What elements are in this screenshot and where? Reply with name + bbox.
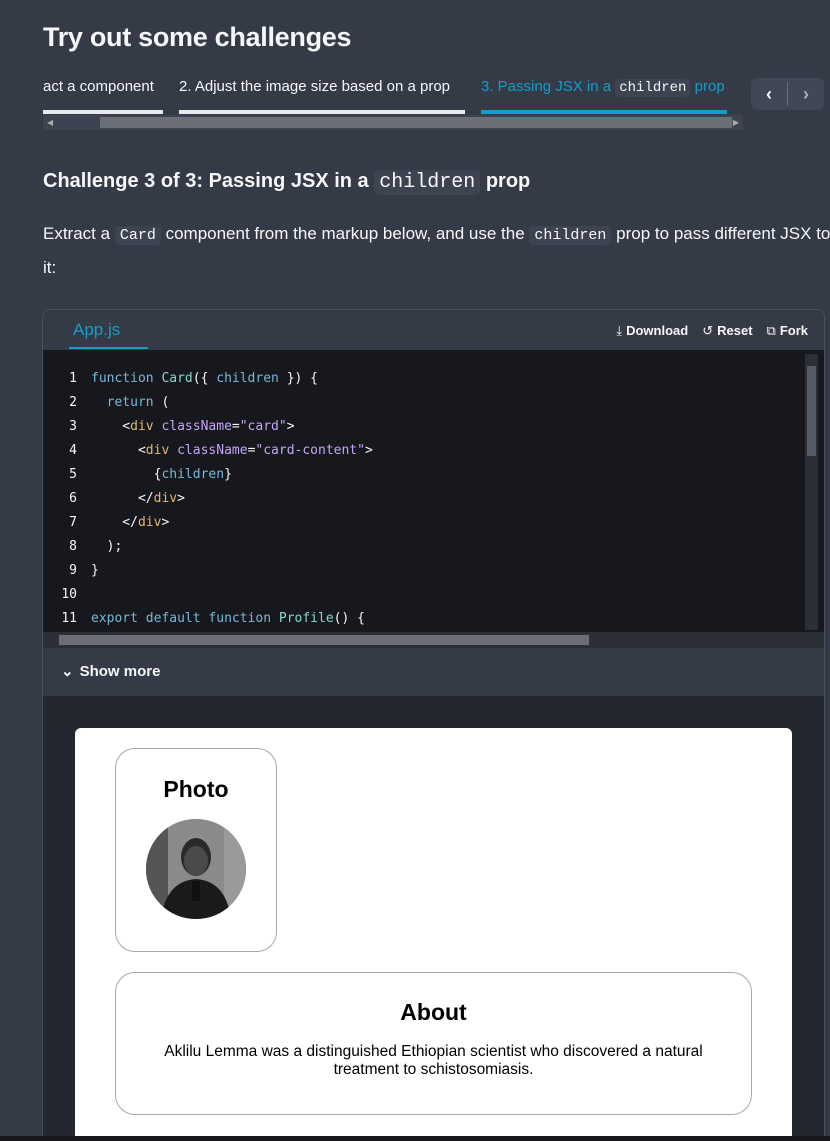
scrollbar-thumb[interactable] (100, 117, 732, 128)
challenge-nav: ‹ › (751, 78, 824, 110)
fork-button[interactable]: ⧉ Fork (767, 323, 808, 339)
left-rail (0, 0, 11, 1141)
code-text: </div> (91, 491, 185, 506)
line-number: 10 (61, 587, 77, 602)
bottom-edge (0, 1136, 830, 1141)
preview-frame: Photo About Aklilu Lemma was a distingui… (75, 728, 792, 1140)
next-challenge-button[interactable]: › (788, 78, 824, 110)
editor-vertical-scrollbar[interactable] (805, 354, 818, 630)
file-tab-app-js[interactable]: App.js (69, 320, 149, 349)
sandbox-header: App.js ⤓ Download ↺ Reset ⧉ Fork (43, 310, 824, 350)
line-number: 2 (69, 395, 77, 410)
tab-label: 3. Passing JSX in a (481, 78, 612, 95)
prev-challenge-button[interactable]: ‹ (751, 78, 787, 110)
challenge-description: Extract a Card component from the markup… (43, 224, 830, 277)
line-number: 8 (69, 539, 77, 554)
line-number: 1 (69, 371, 77, 386)
about-card-text: Aklilu Lemma was a distinguished Ethiopi… (164, 1043, 703, 1078)
line-number: 7 (69, 515, 77, 530)
tab-challenge-2[interactable]: 2. Adjust the image size based on a prop (179, 78, 465, 114)
preview-area: Photo About Aklilu Lemma was a distingui… (43, 696, 824, 1140)
show-more-button[interactable]: ⌄ Show more (43, 648, 824, 696)
code-text: <div className="card-content"> (91, 443, 373, 458)
line-number: 9 (69, 563, 77, 578)
about-card-title: About (400, 999, 467, 1025)
tab-label: 2. Adjust the image size based on a prop (179, 78, 451, 95)
code-text: ); (91, 539, 123, 554)
code-text: function Card({ children }) { (91, 371, 319, 386)
tab-challenge-3[interactable]: 3. Passing JSX in a children prop (481, 78, 727, 114)
reset-icon: ↺ (702, 323, 714, 338)
about-card: About Aklilu Lemma was a distinguished E… (115, 972, 752, 1115)
tabs-scrollbar[interactable]: ◀ ▶ (43, 115, 743, 130)
line-number: 4 (69, 443, 77, 458)
tab-label: act a component (43, 78, 154, 95)
avatar (146, 819, 246, 919)
external-link-icon: ⧉ (766, 323, 776, 338)
challenge-heading: Challenge 3 of 3: Passing JSX in a child… (43, 170, 531, 195)
photo-card-title: Photo (163, 776, 229, 802)
section-title: Try out some challenges (43, 22, 352, 52)
reset-button[interactable]: ↺ Reset (702, 323, 752, 339)
tab-challenge-1[interactable]: act a component (43, 78, 163, 114)
code-text: return ( (106, 395, 170, 410)
challenges-panel: Try out some challenges act a component … (11, 0, 830, 1141)
tab-label-suffix: prop (694, 78, 725, 95)
line-number: 5 (69, 467, 77, 482)
editor-horizontal-scrollbar[interactable] (43, 632, 824, 648)
tab-label-code: children (615, 79, 691, 97)
code-text: export default function Profile() { (91, 611, 365, 626)
line-number: 11 (61, 611, 77, 626)
sandbox-actions: ⤓ Download ↺ Reset ⧉ Fork (616, 323, 808, 339)
download-icon: ⤓ (616, 323, 623, 338)
code-editor[interactable]: 1 function Card({ children }) { 2 return (… (43, 350, 824, 632)
download-button[interactable]: ⤓ Download (616, 323, 688, 339)
scroll-left-icon[interactable]: ◀ (47, 118, 53, 127)
scroll-right-icon[interactable]: ▶ (733, 118, 739, 127)
line-number: 3 (69, 419, 77, 434)
code-text: </div> (91, 515, 170, 530)
line-number: 6 (69, 491, 77, 506)
photo-card: Photo (115, 748, 277, 952)
code-sandbox: App.js ⤓ Download ↺ Reset ⧉ Fork 1 function … (42, 309, 825, 1141)
code-text: {children} (91, 467, 232, 482)
code-text: } (91, 563, 99, 578)
code-text: <div className="card"> (91, 419, 295, 434)
chevron-down-icon: ⌄ (61, 663, 74, 680)
